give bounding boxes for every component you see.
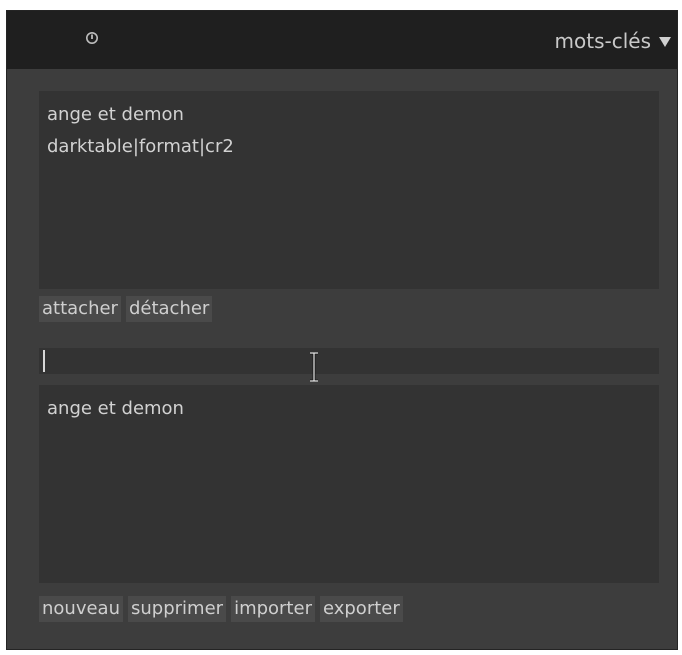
panel-header[interactable]: mots-clés <box>7 11 677 69</box>
panel-title: mots-clés <box>554 29 651 53</box>
attach-button-row: attacher détacher <box>39 296 213 322</box>
tagging-panel: mots-clés ange et demon darktable|format… <box>6 10 678 650</box>
new-button[interactable]: nouveau <box>39 596 123 622</box>
triangle-down-icon[interactable] <box>659 37 671 47</box>
attached-tags-list[interactable]: ange et demon darktable|format|cr2 <box>39 91 659 289</box>
ibeam-cursor-icon <box>310 352 318 382</box>
delete-button[interactable]: supprimer <box>128 596 227 622</box>
dictionary-button-row: nouveau supprimer importer exporter <box>39 596 403 622</box>
list-item[interactable]: ange et demon <box>47 393 659 425</box>
tag-search-input[interactable] <box>39 348 659 382</box>
power-icon[interactable] <box>84 30 100 46</box>
attach-button[interactable]: attacher <box>39 296 121 322</box>
import-button[interactable]: importer <box>231 596 315 622</box>
list-item[interactable]: darktable|format|cr2 <box>47 131 659 163</box>
export-button[interactable]: exporter <box>319 596 403 622</box>
detach-button[interactable]: détacher <box>125 296 213 322</box>
text-caret <box>43 350 45 372</box>
list-item[interactable]: ange et demon <box>47 99 659 131</box>
tag-dictionary-list[interactable]: ange et demon <box>39 385 659 583</box>
